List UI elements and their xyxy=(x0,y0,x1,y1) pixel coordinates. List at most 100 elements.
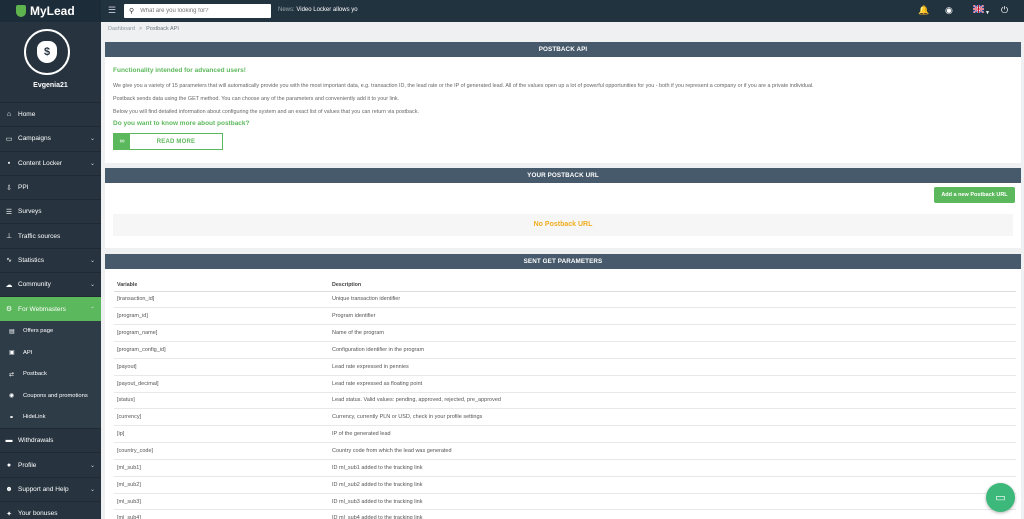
table-row: [status] Lead status. Valid values: pendi… xyxy=(114,392,1016,410)
sidebar-item-label: Profile xyxy=(18,461,37,469)
description-cell: ID ml_sub3 added to the tracking link xyxy=(332,493,1016,511)
sidebar-item-for-webmasters[interactable]: ⚙ For Webmasters ⌃ xyxy=(0,296,101,321)
no-postback-url-message: No Postback URL xyxy=(113,214,1013,236)
profile-block: $ Evgenia21 xyxy=(0,22,101,102)
breadcrumb-separator: > xyxy=(138,26,143,32)
description-cell: ID ml_sub1 added to the tracking link xyxy=(332,459,1016,477)
news-ticker[interactable]: News: Video Locker allows yo xyxy=(278,7,358,13)
description-cell: Name of the program xyxy=(332,324,1016,343)
sidebar-item-label: PPI xyxy=(18,184,29,192)
sidebar-item-label: Withdrawals xyxy=(18,437,54,445)
details-paragraph: Below you will find detailed information… xyxy=(113,109,419,115)
advanced-users-heading: Functionality intended for advanced user… xyxy=(113,67,246,74)
chat-icon[interactable]: ◉ xyxy=(945,5,953,16)
sidebar-item-label: Surveys xyxy=(18,208,42,216)
read-more-button[interactable]: ∞ READ MORE xyxy=(113,133,223,150)
code-icon: ▣ xyxy=(9,350,15,357)
sidebar-item-traffic-sources[interactable]: ⊥ Traffic sources xyxy=(0,223,101,247)
glasses-icon: ∞ xyxy=(114,134,130,149)
table-row: [program_config_id] Configuration identif… xyxy=(114,341,1016,359)
table-header-row: Variable Description xyxy=(114,269,1016,292)
search-box[interactable]: ⚲ xyxy=(124,4,271,18)
chevron-down-icon: ⌄ xyxy=(89,136,95,143)
link-icon: ⚭ xyxy=(9,414,15,421)
variable-cell: [ip] xyxy=(114,425,332,444)
variable-cell: [payout_decimal] xyxy=(114,375,332,393)
logo[interactable]: MyLead xyxy=(0,0,101,22)
sidebar-subitem-coupons[interactable]: ◉ Coupons and promotions xyxy=(0,385,101,407)
user-icon: ● xyxy=(6,461,12,469)
menu-toggle-icon[interactable]: ☰ xyxy=(108,6,117,15)
sidebar-item-campaigns[interactable]: ▭ Campaigns ⌄ xyxy=(0,126,101,150)
sidebar-item-label: Home xyxy=(18,111,36,119)
table-row: [ip] IP of the generated lead xyxy=(114,425,1016,444)
chevron-down-icon: ⌄ xyxy=(89,462,95,469)
description-cell: Country code from which the lead was gen… xyxy=(332,442,1016,460)
search-input[interactable] xyxy=(140,8,261,14)
username: Evgenia21 xyxy=(33,82,68,89)
table-row: [payout] Lead rate expressed in pennies xyxy=(114,358,1016,376)
add-postback-url-button[interactable]: Add a new Postback URL xyxy=(934,187,1015,203)
sidebar-item-withdrawals[interactable]: ▬ Withdrawals xyxy=(0,428,101,452)
main-content: Dashboard > Postback API POSTBACK API Func… xyxy=(101,22,1024,519)
sidebar-item-community[interactable]: ☁ Community ⌄ xyxy=(0,272,101,296)
variable-cell: [country_code] xyxy=(114,442,332,460)
description-cell: Program identifier xyxy=(332,307,1016,326)
money-bag-icon: $ xyxy=(37,41,57,63)
avatar[interactable]: $ xyxy=(24,29,70,75)
sidebar-item-label: Campaigns xyxy=(18,135,51,143)
sidebar-item-surveys[interactable]: ☰ Surveys xyxy=(0,199,101,223)
description-cell: Lead status. Valid values: pending, appr… xyxy=(332,392,1016,410)
chevron-up-icon: ⌃ xyxy=(89,306,95,313)
sidebar-subitem-hidelink[interactable]: ⚭ HideLink xyxy=(0,406,101,429)
sidebar-subitem-label: HideLink xyxy=(23,414,46,421)
power-icon[interactable]: ⏻ xyxy=(1001,5,1008,16)
sidebar-item-content-locker[interactable]: ▪ Content Locker ⌄ xyxy=(0,150,101,175)
postback-url-panel: YOUR POSTBACK URL Add a new Postback URL… xyxy=(105,168,1021,248)
parameters-table-body: [transaction_id] Unique transaction ident… xyxy=(114,291,1016,519)
description-cell: Currency, currently PLN or USD, check in… xyxy=(332,408,1016,427)
news-text[interactable]: Video Locker allows yo xyxy=(296,7,357,13)
uk-flag-icon[interactable] xyxy=(972,4,985,16)
sidebar-subitem-api[interactable]: ▣ API xyxy=(0,342,101,364)
sidebar-item-label: For Webmasters xyxy=(18,305,66,313)
sidebar-item-support[interactable]: ☻ Support and Help ⌄ xyxy=(0,476,101,501)
chevron-down-icon[interactable]: ▼ xyxy=(985,8,990,19)
sidebar-item-home[interactable]: ⌂ Home xyxy=(0,102,101,126)
sidebar-item-label: Your bonuses xyxy=(18,510,58,518)
sidebar-subitem-offers-page[interactable]: ▤ Offers page xyxy=(0,320,101,343)
chat-bubble-icon[interactable]: ▭ xyxy=(986,483,1015,512)
sidebar-subitem-label: Coupons and promotions xyxy=(23,392,88,399)
search-icon: ⚲ xyxy=(129,8,135,15)
get-parameters-panel: SENT GET PARAMETERS Variable Description… xyxy=(105,254,1021,519)
gift-icon: ✦ xyxy=(6,510,12,518)
table-row: [transaction_id] Unique transaction ident… xyxy=(114,291,1016,309)
news-label: News: xyxy=(278,7,295,13)
sidebar-item-bonuses[interactable]: ✦ Your bonuses xyxy=(0,501,101,519)
breadcrumb-dashboard[interactable]: Dashboard xyxy=(108,26,135,32)
exchange-icon: ⇄ xyxy=(9,371,15,378)
bell-icon[interactable]: 🔔 xyxy=(918,5,929,16)
table-row: [program_name] Name of the program xyxy=(114,324,1016,343)
lock-icon: ▪ xyxy=(7,159,11,167)
sidebar-subitem-label: Postback xyxy=(23,371,47,378)
sidebar-subitem-label: API xyxy=(23,349,33,356)
description-cell: Lead rate expressed in pennies xyxy=(332,358,1016,376)
variable-cell: [program_name] xyxy=(114,324,332,343)
variable-cell: [program_config_id] xyxy=(114,341,332,359)
description-cell: IP of the generated lead xyxy=(332,425,1016,444)
description-cell: ID ml_sub4 added to the tracking link xyxy=(332,509,1016,519)
get-method-paragraph: Postback sends data using the GET method… xyxy=(113,96,400,102)
know-more-question: Do you want to know more about postback? xyxy=(113,120,250,127)
sidebar-item-profile[interactable]: ● Profile ⌄ xyxy=(0,452,101,476)
description-cell: Unique transaction identifier xyxy=(332,291,1016,309)
sidebar-item-label: Traffic sources xyxy=(18,232,61,240)
variable-cell: [ml_sub4] xyxy=(114,509,332,519)
breadcrumb-current: Postback API xyxy=(146,26,179,32)
sidebar-subitem-postback[interactable]: ⇄ Postback xyxy=(0,363,101,386)
variable-cell: [program_id] xyxy=(114,307,332,326)
read-more-label: READ MORE xyxy=(156,138,196,145)
sidebar-item-statistics[interactable]: ∿ Statistics ⌄ xyxy=(0,247,101,272)
home-icon: ⌂ xyxy=(6,111,12,119)
sidebar-item-ppi[interactable]: ⇩ PPI xyxy=(0,174,101,199)
